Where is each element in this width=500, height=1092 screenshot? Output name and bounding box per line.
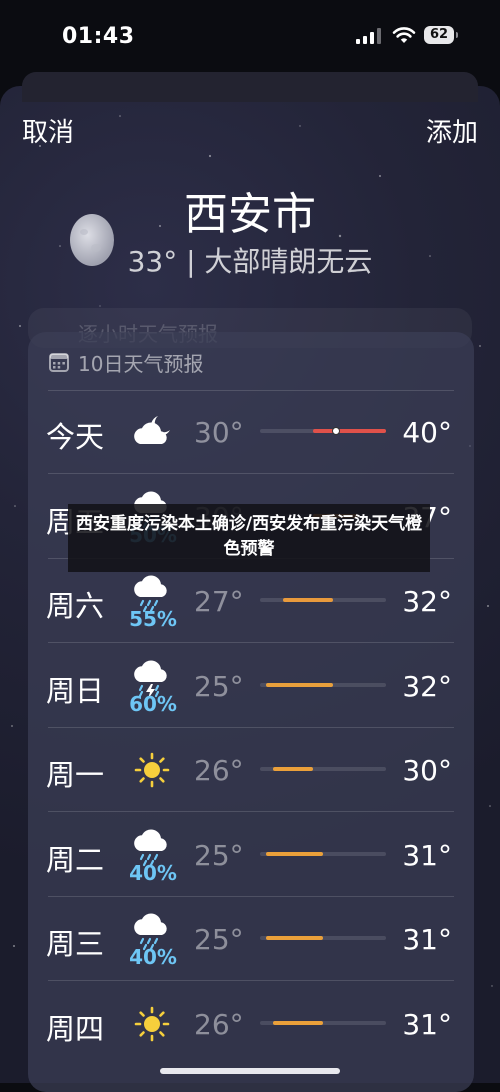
forecast-header: 10日天气预报	[48, 348, 203, 376]
temperature-range-fill	[312, 429, 386, 433]
temperature-range-bar	[260, 1020, 386, 1025]
temperature-range-bar	[260, 682, 386, 687]
status-time: 01:43	[62, 24, 135, 49]
sun-icon	[128, 746, 176, 794]
high-temp: 31°	[402, 923, 452, 956]
forecast-day: 周六	[46, 589, 105, 623]
forecast-day: 周一	[46, 758, 105, 792]
high-temp: 32°	[402, 585, 452, 618]
high-temp: 30°	[402, 754, 452, 787]
home-indicator[interactable]	[160, 1068, 340, 1074]
low-temp: 25°	[194, 669, 244, 703]
background-sheet-edge	[22, 72, 478, 102]
status-bar: 01:43 62	[0, 0, 500, 72]
battery-indicator: 62	[424, 26, 458, 44]
news-overlay-text: 西安重度污染本土确诊/西安发布重污染天气橙色预警	[75, 514, 423, 559]
forecast-row[interactable]: 周三 40% 25° 31°	[28, 897, 474, 981]
partly-cloudy-night-icon	[128, 408, 176, 456]
forecast-day: 周二	[46, 842, 105, 877]
cellular-signal-icon	[356, 28, 381, 44]
precipitation-chance: 40%	[129, 860, 177, 885]
forecast-row[interactable]: 今天 30° 40°	[28, 390, 474, 474]
temperature-range-fill	[282, 598, 334, 602]
forecast-day: 周日	[46, 673, 105, 708]
current-temp-dot	[331, 427, 340, 435]
low-temp: 26°	[194, 1007, 244, 1041]
temperature-range-fill	[266, 936, 323, 940]
forecast-row[interactable]: 周四 26° 31°	[28, 982, 474, 1066]
temperature-range-fill	[266, 682, 334, 687]
forecast-day: 周四	[46, 1011, 105, 1046]
forecast-day: 今天	[46, 420, 105, 454]
high-temp: 32°	[402, 669, 452, 703]
forecast-day: 周三	[46, 927, 105, 961]
sun-icon	[128, 1000, 176, 1048]
temperature-range-fill	[272, 767, 313, 771]
temperature-range-fill	[266, 851, 323, 856]
low-temp: 27°	[194, 585, 244, 618]
precipitation-chance: 60%	[129, 691, 177, 716]
news-overlay-banner: 西安重度污染本土确诊/西安发布重污染天气橙色预警	[68, 504, 430, 572]
high-temp: 40°	[402, 416, 452, 449]
temperature-range-fill	[272, 1020, 323, 1025]
current-conditions: 33° | 大部晴朗无云	[127, 245, 373, 278]
forecast-row[interactable]: 周日 60% 25° 32°	[28, 644, 474, 728]
low-temp: 26°	[194, 754, 244, 787]
wifi-icon	[392, 27, 416, 43]
precipitation-chance: 55%	[129, 607, 177, 631]
temperature-range-bar	[260, 598, 386, 602]
high-temp: 31°	[402, 838, 452, 872]
low-temp: 30°	[194, 416, 244, 449]
city-name: 西安市	[184, 189, 316, 240]
precipitation-chance: 40%	[129, 945, 177, 969]
temperature-range-bar	[260, 427, 386, 435]
low-temp: 25°	[194, 838, 244, 872]
temperature-range-bar	[260, 936, 386, 940]
forecast-title: 10日天气预报	[78, 351, 204, 376]
add-button[interactable]: 添加	[426, 112, 478, 149]
temperature-range-bar	[260, 851, 386, 856]
calendar-icon	[49, 353, 69, 372]
cancel-button[interactable]: 取消	[22, 112, 74, 149]
forecast-row[interactable]: 周一 26° 30°	[28, 728, 474, 812]
low-temp: 25°	[194, 923, 244, 956]
high-temp: 31°	[402, 1007, 452, 1041]
ten-day-forecast-card: 10日天气预报 今天30°40°周五50%30°37°周六55%27°32°周日…	[28, 332, 474, 1092]
temperature-range-bar	[260, 767, 386, 771]
forecast-row[interactable]: 周二 40% 25° 31°	[28, 813, 474, 897]
